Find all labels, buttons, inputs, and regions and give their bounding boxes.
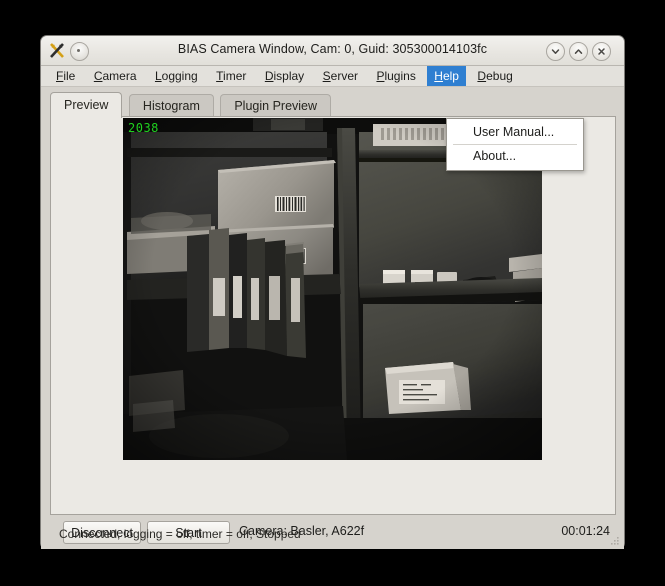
window-titlebar[interactable]: BIAS Camera Window, Cam: 0, Guid: 305300… xyxy=(41,36,624,66)
menu-help[interactable]: Help xyxy=(427,66,466,86)
menu-item-user-manual[interactable]: User Manual... xyxy=(447,122,583,143)
menu-file[interactable]: File xyxy=(49,66,82,86)
menu-logging[interactable]: Logging xyxy=(148,66,205,86)
menu-debug[interactable]: Debug xyxy=(470,66,519,86)
desktop-background: BIAS Camera Window, Cam: 0, Guid: 305300… xyxy=(0,0,665,586)
tab-histogram[interactable]: Histogram xyxy=(128,94,214,118)
menu-timer[interactable]: Timer xyxy=(209,66,253,86)
menu-server[interactable]: Server xyxy=(316,66,365,86)
menu-display[interactable]: Display xyxy=(258,66,311,86)
window-title: BIAS Camera Window, Cam: 0, Guid: 305300… xyxy=(177,42,488,56)
tab-preview[interactable]: Preview xyxy=(50,92,123,118)
tab-plugin-preview[interactable]: Plugin Preview xyxy=(220,94,332,118)
menu-plugins[interactable]: Plugins xyxy=(369,66,422,86)
frame-counter: 2038 xyxy=(128,121,159,135)
bias-camera-window: BIAS Camera Window, Cam: 0, Guid: 305300… xyxy=(41,36,624,549)
menu-camera[interactable]: Camera xyxy=(87,66,144,86)
statusbar: Connected, logging = off, timer = off, S… xyxy=(41,523,624,549)
resize-grip-icon[interactable] xyxy=(610,536,620,546)
menu-separator xyxy=(453,144,577,145)
minimize-button[interactable] xyxy=(546,42,565,61)
tabstrip: Preview Histogram Plugin Preview xyxy=(50,92,333,118)
menubar: File Camera Logging Timer Display Server… xyxy=(41,66,624,87)
close-button[interactable] xyxy=(592,42,611,61)
help-dropdown-menu: User Manual... About... xyxy=(446,118,584,171)
status-text: Connected, logging = off, timer = off, S… xyxy=(59,527,301,541)
menu-item-about[interactable]: About... xyxy=(447,146,583,167)
preview-tab-panel: 2038 xyxy=(50,116,616,515)
maximize-button[interactable] xyxy=(569,42,588,61)
